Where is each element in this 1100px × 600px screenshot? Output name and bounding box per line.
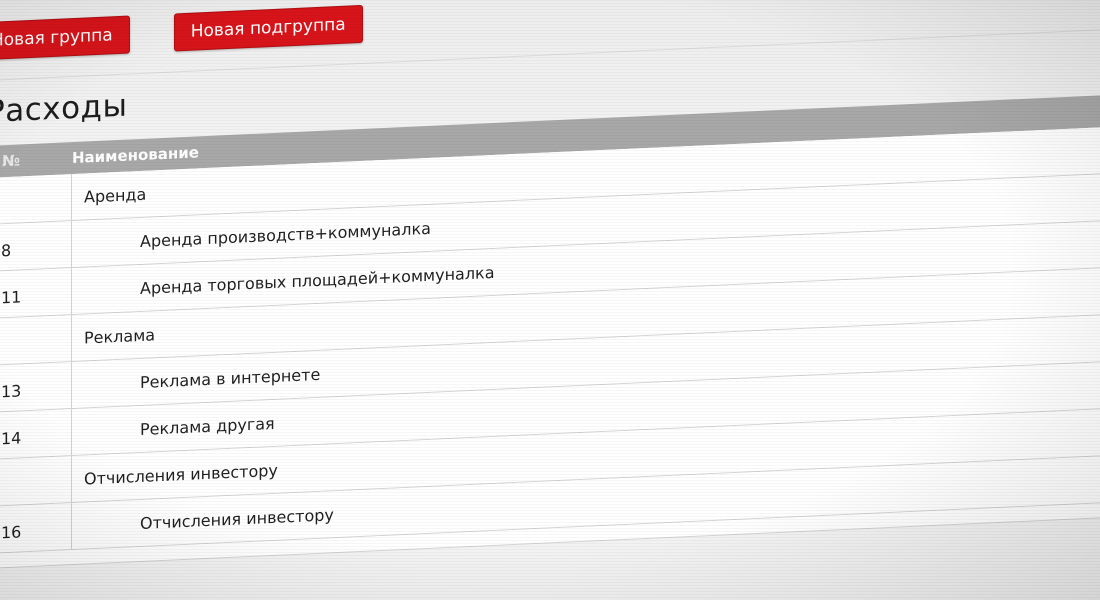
new-subgroup-button[interactable]: Новая подгруппа [173,4,363,52]
app-viewport: Новая группа Новая подгруппа Расходы № Н… [0,0,1100,600]
row-number: 13 [0,362,72,412]
page-title: Расходы [0,87,128,130]
row-number [0,456,72,506]
row-number: 14 [0,409,72,459]
toolbar: Новая группа Новая подгруппа [0,4,363,80]
row-number: 8 [0,221,72,271]
row-number: 16 [0,503,72,553]
new-group-button[interactable]: Новая группа [0,15,130,61]
row-number: 11 [0,268,72,318]
row-number [0,174,72,224]
column-header-number[interactable]: № [0,149,72,171]
expenses-table: № Наименование Аренда 8 Аренда производс… [0,94,1100,569]
page-content: Новая группа Новая подгруппа Расходы № Н… [0,0,1100,600]
row-number [0,315,72,365]
